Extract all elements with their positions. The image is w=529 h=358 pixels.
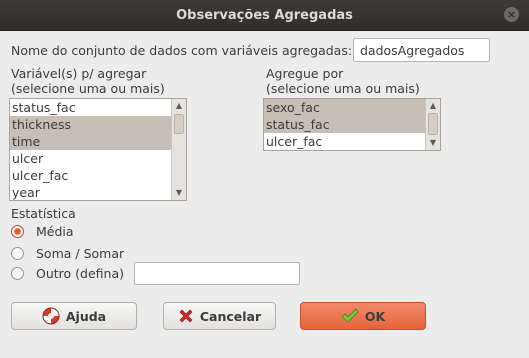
radio-option-sum[interactable]: Soma / Somar: [11, 246, 124, 261]
group-by-listbox[interactable]: sexo_fac status_fac ulcer_fac ▲ ▼: [263, 98, 441, 151]
group-by-list-item[interactable]: sexo_fac: [264, 99, 440, 116]
group-by-label-line2: (selecione uma ou mais): [266, 81, 420, 96]
scroll-up-icon[interactable]: ▲: [426, 100, 440, 112]
help-button-label: Ajuda: [65, 308, 107, 324]
dataset-name-input[interactable]: [353, 38, 490, 62]
ok-button-label: OK: [364, 308, 386, 324]
close-icon[interactable]: ×: [504, 7, 519, 22]
group-by-list-item[interactable]: status_fac: [264, 116, 440, 133]
variables-label: Variável(s) p/ agregar (selecione uma ou…: [11, 66, 165, 96]
window-title: Observações Agregadas: [176, 7, 353, 23]
ok-button[interactable]: OK: [300, 302, 426, 330]
other-statistic-input[interactable]: [134, 262, 300, 285]
dataset-name-label: Nome do conjunto de dados com variáveis …: [11, 43, 353, 58]
group-by-label-line1: Agregue por: [266, 66, 344, 81]
radio-option-other[interactable]: Outro (defina): [11, 266, 124, 281]
radio-sum-label: Soma / Somar: [36, 246, 125, 261]
variables-label-line1: Variável(s) p/ agregar: [11, 66, 147, 81]
statistic-heading: Estatística: [11, 206, 76, 221]
variables-scroll-thumb[interactable]: [174, 114, 184, 134]
radio-other-label: Outro (defina): [36, 266, 124, 281]
radio-sum-icon[interactable]: [11, 247, 24, 260]
scroll-down-icon[interactable]: ▼: [426, 137, 440, 149]
variables-list-item[interactable]: status_fac: [10, 99, 186, 116]
radio-mean-icon[interactable]: [11, 225, 24, 238]
variables-list-item[interactable]: thickness: [10, 116, 186, 133]
radio-other-icon[interactable]: [11, 267, 24, 280]
help-button[interactable]: Ajuda: [11, 302, 137, 330]
variables-label-line2: (selecione uma ou mais): [11, 81, 165, 96]
variables-list-item[interactable]: year: [10, 184, 186, 200]
group-by-label: Agregue por (selecione uma ou mais): [266, 66, 420, 96]
variables-list-item[interactable]: ulcer_fac: [10, 167, 186, 184]
checkmark-icon: [341, 308, 359, 324]
title-bar: Observações Agregadas ×: [0, 0, 529, 31]
group-by-list-item[interactable]: ulcer_fac: [264, 133, 440, 150]
radio-mean-label: Média: [36, 224, 74, 239]
variables-scrollbar[interactable]: ▲ ▼: [171, 99, 186, 200]
scroll-up-icon[interactable]: ▲: [172, 100, 186, 112]
radio-option-mean[interactable]: Média: [11, 224, 74, 239]
group-by-scrollbar[interactable]: ▲ ▼: [425, 99, 440, 150]
group-by-scroll-thumb[interactable]: [428, 113, 438, 135]
cancel-button-label: Cancelar: [199, 308, 262, 324]
variables-listbox[interactable]: status_fac thickness time ulcer ulcer_fac yea…: [9, 98, 187, 201]
cancel-button[interactable]: Cancelar: [163, 302, 276, 330]
lifebuoy-icon: [42, 307, 60, 325]
variables-list-item[interactable]: time: [10, 133, 186, 150]
cancel-x-icon: [178, 308, 194, 324]
scroll-down-icon[interactable]: ▼: [172, 187, 186, 199]
variables-list-item[interactable]: ulcer: [10, 150, 186, 167]
